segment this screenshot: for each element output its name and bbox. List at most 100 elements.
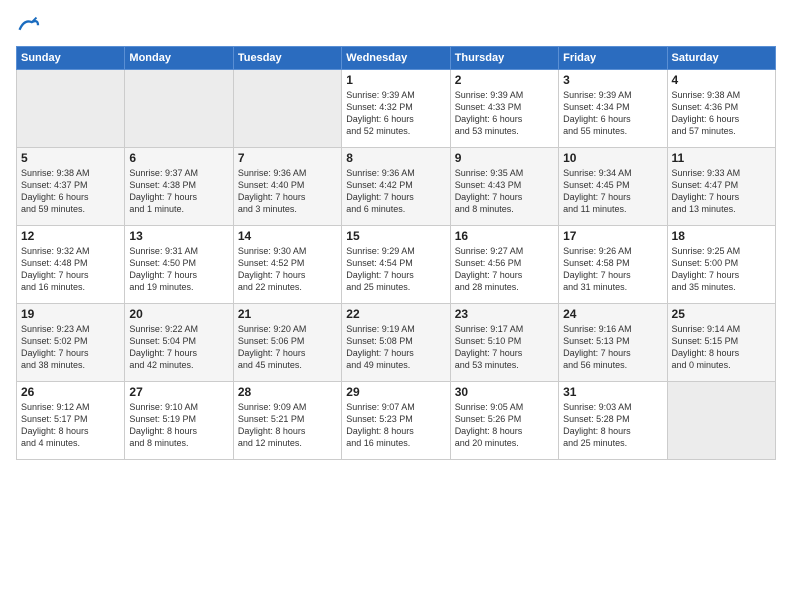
- day-info: Sunrise: 9:31 AM Sunset: 4:50 PM Dayligh…: [129, 245, 228, 294]
- day-number: 15: [346, 229, 445, 243]
- day-cell: 1 Sunrise: 9:39 AM Sunset: 4:32 PM Daylig…: [342, 70, 450, 148]
- day-info: Sunrise: 9:34 AM Sunset: 4:45 PM Dayligh…: [563, 167, 662, 216]
- logo: [16, 16, 44, 36]
- day-cell: 29 Sunrise: 9:07 AM Sunset: 5:23 PM Dayli…: [342, 382, 450, 460]
- day-cell: 28Sunrise: 9:09 AM Sunset: 5:21 PM Dayli…: [233, 382, 341, 460]
- day-header-monday: Monday: [125, 47, 233, 70]
- day-cell: 21Sunrise: 9:20 AM Sunset: 5:06 PM Dayli…: [233, 304, 341, 382]
- day-info: Sunrise: 9:22 AM Sunset: 5:04 PM Dayligh…: [129, 323, 228, 372]
- day-number: 12: [21, 229, 120, 243]
- day-number: 2: [455, 73, 554, 87]
- day-info: Sunrise: 9:36 AM Sunset: 4:42 PM Dayligh…: [346, 167, 445, 216]
- day-cell: [667, 382, 775, 460]
- day-number: 16: [455, 229, 554, 243]
- day-cell: 19 Sunrise: 9:23 AM Sunset: 5:02 PM Dayli…: [17, 304, 125, 382]
- day-number: 5: [21, 151, 120, 165]
- day-info: Sunrise: 9:38 AM Sunset: 4:36 PM Dayligh…: [672, 89, 771, 138]
- day-info: Sunrise: 9:35 AM Sunset: 4:43 PM Dayligh…: [455, 167, 554, 216]
- day-number: 13: [129, 229, 228, 243]
- header-row: SundayMondayTuesdayWednesdayThursdayFrid…: [17, 47, 776, 70]
- day-info: Sunrise: 9:36 AM Sunset: 4:40 PM Dayligh…: [238, 167, 337, 216]
- day-cell: 25 Sunrise: 9:14 AM Sunset: 5:15 PM Dayli…: [667, 304, 775, 382]
- day-info: Sunrise: 9:23 AM Sunset: 5:02 PM Dayligh…: [21, 323, 120, 372]
- day-cell: 31Sunrise: 9:03 AM Sunset: 5:28 PM Dayli…: [559, 382, 667, 460]
- day-number: 20: [129, 307, 228, 321]
- day-number: 19: [21, 307, 120, 321]
- day-header-wednesday: Wednesday: [342, 47, 450, 70]
- day-number: 17: [563, 229, 662, 243]
- day-header-saturday: Saturday: [667, 47, 775, 70]
- day-number: 25: [672, 307, 771, 321]
- day-cell: [125, 70, 233, 148]
- day-number: 7: [238, 151, 337, 165]
- day-number: 6: [129, 151, 228, 165]
- day-info: Sunrise: 9:39 AM Sunset: 4:32 PM Dayligh…: [346, 89, 445, 138]
- day-info: Sunrise: 9:25 AM Sunset: 5:00 PM Dayligh…: [672, 245, 771, 294]
- week-row-4: 19 Sunrise: 9:23 AM Sunset: 5:02 PM Dayli…: [17, 304, 776, 382]
- day-info: Sunrise: 9:38 AM Sunset: 4:37 PM Dayligh…: [21, 167, 120, 216]
- day-info: Sunrise: 9:17 AM Sunset: 5:10 PM Dayligh…: [455, 323, 554, 372]
- day-info: Sunrise: 9:29 AM Sunset: 4:54 PM Dayligh…: [346, 245, 445, 294]
- day-cell: 13 Sunrise: 9:31 AM Sunset: 4:50 PM Dayli…: [125, 226, 233, 304]
- day-cell: 6 Sunrise: 9:37 AM Sunset: 4:38 PM Daylig…: [125, 148, 233, 226]
- day-cell: 17 Sunrise: 9:26 AM Sunset: 4:58 PM Dayli…: [559, 226, 667, 304]
- day-header-sunday: Sunday: [17, 47, 125, 70]
- day-cell: 15 Sunrise: 9:29 AM Sunset: 4:54 PM Dayli…: [342, 226, 450, 304]
- day-info: Sunrise: 9:37 AM Sunset: 4:38 PM Dayligh…: [129, 167, 228, 216]
- day-info: Sunrise: 9:10 AM Sunset: 5:19 PM Dayligh…: [129, 401, 228, 450]
- day-cell: 10 Sunrise: 9:34 AM Sunset: 4:45 PM Dayli…: [559, 148, 667, 226]
- week-row-5: 26 Sunrise: 9:12 AM Sunset: 5:17 PM Dayli…: [17, 382, 776, 460]
- day-cell: [17, 70, 125, 148]
- day-cell: 22Sunrise: 9:19 AM Sunset: 5:08 PM Dayli…: [342, 304, 450, 382]
- day-number: 10: [563, 151, 662, 165]
- day-number: 21: [238, 307, 337, 321]
- day-cell: 4 Sunrise: 9:38 AM Sunset: 4:36 PM Daylig…: [667, 70, 775, 148]
- day-cell: 2 Sunrise: 9:39 AM Sunset: 4:33 PM Daylig…: [450, 70, 558, 148]
- day-info: Sunrise: 9:12 AM Sunset: 5:17 PM Dayligh…: [21, 401, 120, 450]
- day-cell: 30Sunrise: 9:05 AM Sunset: 5:26 PM Dayli…: [450, 382, 558, 460]
- day-info: Sunrise: 9:33 AM Sunset: 4:47 PM Dayligh…: [672, 167, 771, 216]
- day-header-friday: Friday: [559, 47, 667, 70]
- day-cell: 3 Sunrise: 9:39 AM Sunset: 4:34 PM Daylig…: [559, 70, 667, 148]
- day-number: 14: [238, 229, 337, 243]
- day-cell: 24Sunrise: 9:16 AM Sunset: 5:13 PM Dayli…: [559, 304, 667, 382]
- day-header-tuesday: Tuesday: [233, 47, 341, 70]
- day-info: Sunrise: 9:26 AM Sunset: 4:58 PM Dayligh…: [563, 245, 662, 294]
- day-cell: 11Sunrise: 9:33 AM Sunset: 4:47 PM Dayli…: [667, 148, 775, 226]
- day-cell: 18 Sunrise: 9:25 AM Sunset: 5:00 PM Dayli…: [667, 226, 775, 304]
- day-cell: 27 Sunrise: 9:10 AM Sunset: 5:19 PM Dayli…: [125, 382, 233, 460]
- day-number: 4: [672, 73, 771, 87]
- day-number: 1: [346, 73, 445, 87]
- calendar-table: SundayMondayTuesdayWednesdayThursdayFrid…: [16, 46, 776, 460]
- day-info: Sunrise: 9:39 AM Sunset: 4:34 PM Dayligh…: [563, 89, 662, 138]
- day-info: Sunrise: 9:19 AM Sunset: 5:08 PM Dayligh…: [346, 323, 445, 372]
- day-number: 8: [346, 151, 445, 165]
- day-info: Sunrise: 9:39 AM Sunset: 4:33 PM Dayligh…: [455, 89, 554, 138]
- day-info: Sunrise: 9:30 AM Sunset: 4:52 PM Dayligh…: [238, 245, 337, 294]
- day-cell: 20 Sunrise: 9:22 AM Sunset: 5:04 PM Dayli…: [125, 304, 233, 382]
- day-info: Sunrise: 9:07 AM Sunset: 5:23 PM Dayligh…: [346, 401, 445, 450]
- page-container: SundayMondayTuesdayWednesdayThursdayFrid…: [0, 0, 792, 468]
- day-number: 26: [21, 385, 120, 399]
- day-info: Sunrise: 9:14 AM Sunset: 5:15 PM Dayligh…: [672, 323, 771, 372]
- logo-icon: [16, 16, 40, 36]
- day-cell: 23Sunrise: 9:17 AM Sunset: 5:10 PM Dayli…: [450, 304, 558, 382]
- day-cell: 14 Sunrise: 9:30 AM Sunset: 4:52 PM Dayli…: [233, 226, 341, 304]
- day-number: 27: [129, 385, 228, 399]
- day-number: 18: [672, 229, 771, 243]
- day-cell: 5 Sunrise: 9:38 AM Sunset: 4:37 PM Daylig…: [17, 148, 125, 226]
- week-row-1: 1 Sunrise: 9:39 AM Sunset: 4:32 PM Daylig…: [17, 70, 776, 148]
- day-header-thursday: Thursday: [450, 47, 558, 70]
- day-number: 29: [346, 385, 445, 399]
- day-cell: 26 Sunrise: 9:12 AM Sunset: 5:17 PM Dayli…: [17, 382, 125, 460]
- day-info: Sunrise: 9:16 AM Sunset: 5:13 PM Dayligh…: [563, 323, 662, 372]
- day-info: Sunrise: 9:03 AM Sunset: 5:28 PM Dayligh…: [563, 401, 662, 450]
- day-number: 30: [455, 385, 554, 399]
- week-row-3: 12 Sunrise: 9:32 AM Sunset: 4:48 PM Dayli…: [17, 226, 776, 304]
- day-cell: 16 Sunrise: 9:27 AM Sunset: 4:56 PM Dayli…: [450, 226, 558, 304]
- day-info: Sunrise: 9:32 AM Sunset: 4:48 PM Dayligh…: [21, 245, 120, 294]
- day-number: 3: [563, 73, 662, 87]
- day-number: 28: [238, 385, 337, 399]
- day-info: Sunrise: 9:27 AM Sunset: 4:56 PM Dayligh…: [455, 245, 554, 294]
- day-cell: [233, 70, 341, 148]
